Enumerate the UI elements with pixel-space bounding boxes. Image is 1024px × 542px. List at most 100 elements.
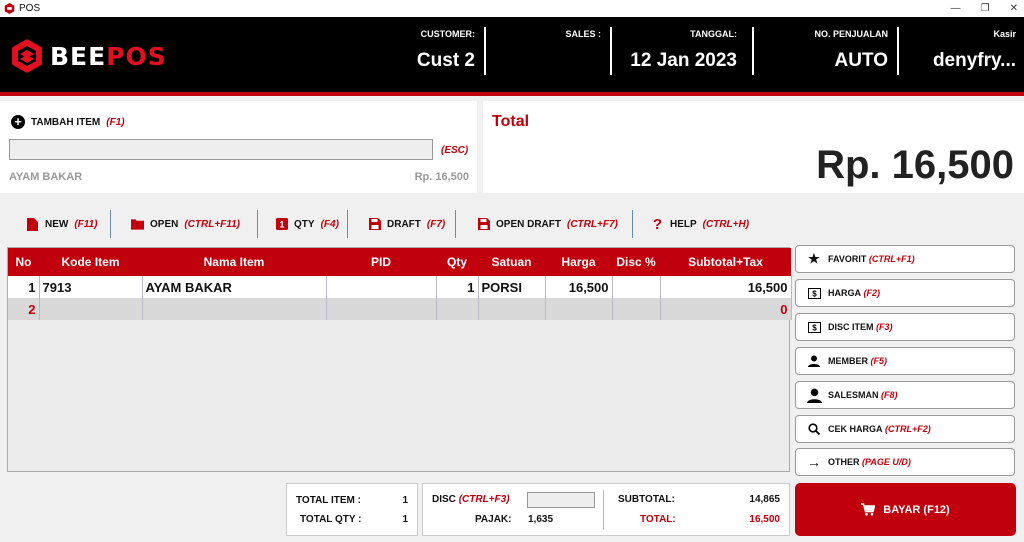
- table-cell[interactable]: [612, 298, 661, 320]
- column-header[interactable]: PID: [326, 248, 436, 276]
- add-item-label: TAMBAH ITEM: [31, 116, 101, 128]
- salesman-shortcut: (F8): [881, 390, 898, 400]
- arrow-right-icon: →: [807, 454, 821, 470]
- new-button[interactable]: NEW (F11): [26, 213, 98, 235]
- table-cell[interactable]: [612, 276, 661, 298]
- person-icon: [804, 388, 824, 403]
- close-button[interactable]: ✕: [1010, 3, 1018, 14]
- toolbar: NEW (F11) OPEN (CTRL+F11) 1 QTY (F4) DRA…: [0, 207, 790, 241]
- member-button[interactable]: MEMBER (F5): [795, 347, 1015, 375]
- column-header[interactable]: Kode Item: [39, 248, 142, 276]
- payment-summary: DISC (CTRL+F3) PAJAK: 1,635 SUBTOTAL: 14…: [422, 483, 790, 536]
- tanggal-field[interactable]: TANGGAL: 12 Jan 2023: [612, 17, 747, 92]
- column-header[interactable]: No: [8, 248, 39, 276]
- items-table[interactable]: No Kode Item Nama Item PID Qty Satuan Ha…: [7, 247, 792, 472]
- summary-divider: [603, 490, 604, 530]
- table-cell[interactable]: [326, 298, 437, 320]
- disc-item-button[interactable]: $ DISC ITEM (F3): [795, 313, 1015, 341]
- no-penjualan-value: AUTO: [834, 50, 888, 71]
- table-cell[interactable]: 16,500: [660, 276, 792, 298]
- customer-field[interactable]: CUSTOMER: Cust 2: [320, 17, 485, 92]
- table-cell[interactable]: 16,500: [545, 276, 613, 298]
- cart-icon: [861, 503, 876, 516]
- member-shortcut: (F5): [870, 356, 888, 366]
- kasir-label: Kasir: [993, 29, 1016, 39]
- cek-harga-button[interactable]: CEK HARGA (CTRL+F2): [795, 415, 1015, 443]
- table-cell[interactable]: AYAM BAKAR: [142, 276, 327, 298]
- table-cell[interactable]: 0: [660, 298, 792, 320]
- svg-text:$: $: [812, 323, 817, 332]
- pajak-label: PAJAK:: [475, 514, 512, 525]
- subtotal-value: 14,865: [749, 494, 780, 505]
- disc-shortcut: (CTRL+F3): [458, 494, 510, 505]
- table-cell[interactable]: [545, 298, 613, 320]
- draft-button[interactable]: DRAFT (F7): [368, 213, 445, 235]
- logo-text-pos: POS: [106, 41, 167, 71]
- toolbar-divider: [455, 210, 456, 238]
- table-row[interactable]: 2 0: [8, 298, 792, 320]
- esc-shortcut: (ESC): [441, 145, 469, 156]
- other-button[interactable]: → OTHER (PAGE U/D): [795, 448, 1015, 476]
- column-header[interactable]: Qty: [436, 248, 478, 276]
- money-icon: $: [804, 287, 824, 299]
- table-cell[interactable]: [39, 298, 143, 320]
- header-accent-line: [0, 92, 1024, 96]
- draft-shortcut: (F7): [426, 218, 446, 230]
- total-qty-value: 1: [402, 514, 408, 525]
- bayar-button[interactable]: BAYAR (F12): [795, 483, 1016, 536]
- disc-label: DISC: [432, 494, 456, 505]
- sales-field[interactable]: SALES :: [486, 17, 611, 92]
- tanggal-value: 12 Jan 2023: [630, 50, 737, 71]
- table-cell[interactable]: [326, 276, 437, 298]
- qty-button[interactable]: 1 QTY (F4): [275, 213, 339, 235]
- column-header[interactable]: Harga: [545, 248, 612, 276]
- column-header[interactable]: Satuan: [478, 248, 545, 276]
- no-penjualan-field: NO. PENJUALAN AUTO: [754, 17, 898, 92]
- item-summary: TOTAL ITEM : 1 TOTAL QTY : 1: [286, 483, 418, 536]
- table-cell[interactable]: 7913: [39, 276, 143, 298]
- last-item-name: AYAM BAKAR: [9, 171, 83, 183]
- table-cell[interactable]: PORSI: [478, 276, 546, 298]
- column-header[interactable]: Disc %: [612, 248, 660, 276]
- other-shortcut: (PAGE U/D): [862, 457, 911, 467]
- kasir-field: Kasir denyfry...: [899, 17, 1024, 92]
- column-header[interactable]: Subtotal+Tax: [660, 248, 791, 276]
- file-icon: [26, 217, 39, 231]
- maximize-button[interactable]: ❐: [981, 3, 990, 14]
- open-button[interactable]: OPEN (CTRL+F11): [131, 213, 240, 235]
- table-cell[interactable]: [436, 298, 479, 320]
- person-icon: [804, 355, 824, 367]
- harga-button[interactable]: $ HARGA (F2): [795, 279, 1015, 307]
- toolbar-divider: [347, 210, 348, 238]
- add-item-shortcut: (F1): [106, 116, 125, 128]
- table-cell[interactable]: 1: [436, 276, 479, 298]
- minimize-button[interactable]: —: [951, 3, 961, 14]
- bee-hexagon-icon: [12, 39, 42, 73]
- table-cell[interactable]: 2: [8, 298, 40, 320]
- grand-total-value: 16,500: [749, 514, 780, 525]
- table-row[interactable]: 1 7913 AYAM BAKAR 1 PORSI 16,500 16,500: [8, 276, 792, 298]
- window-titlebar: POS — ❐ ✕: [0, 0, 1024, 17]
- help-shortcut: (CTRL+H): [702, 218, 750, 230]
- favorit-button[interactable]: ★ FAVORIT (CTRL+F1): [795, 245, 1015, 273]
- pajak-value: 1,635: [528, 514, 554, 525]
- search-icon: [804, 423, 824, 435]
- favorit-label: FAVORIT: [828, 254, 867, 264]
- member-label: MEMBER: [828, 356, 868, 366]
- money-icon: $: [804, 321, 824, 333]
- folder-icon: [131, 218, 144, 231]
- disc-input[interactable]: [527, 492, 595, 508]
- bayar-label: BAYAR (F12): [883, 503, 950, 516]
- salesman-button[interactable]: SALESMAN (F8): [795, 381, 1015, 409]
- help-button[interactable]: ? HELP (CTRL+H): [651, 213, 749, 235]
- open-draft-button[interactable]: OPEN DRAFT (CTRL+F7): [477, 213, 618, 235]
- table-cell[interactable]: 1: [8, 276, 40, 298]
- customer-value: Cust 2: [416, 50, 475, 71]
- last-item-price: Rp. 16,500: [414, 171, 469, 183]
- svg-text:$: $: [812, 289, 817, 298]
- column-header[interactable]: Nama Item: [142, 248, 326, 276]
- table-cell[interactable]: [142, 298, 327, 320]
- plus-circle-icon: +: [11, 115, 25, 129]
- item-search-input[interactable]: [9, 139, 433, 160]
- table-cell[interactable]: [478, 298, 546, 320]
